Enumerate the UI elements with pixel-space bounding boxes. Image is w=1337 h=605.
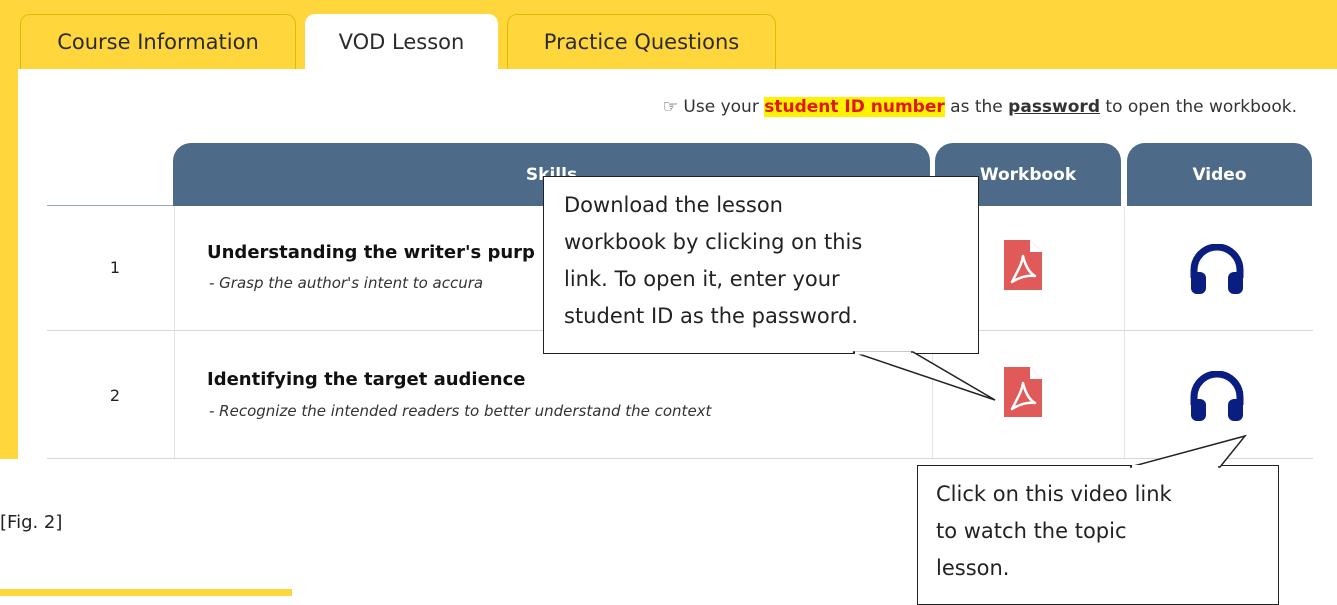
figure-label: [Fig. 2]: [0, 512, 63, 533]
headphones-icon[interactable]: [1189, 371, 1245, 421]
callout-line: Download the lesson: [564, 193, 783, 217]
password-notice: ☞ Use your student ID number as the pass…: [0, 97, 1297, 117]
callout-line: to watch the topic: [936, 519, 1127, 543]
headphones-icon[interactable]: [1189, 244, 1245, 294]
pdf-icon[interactable]: [1004, 367, 1042, 417]
tab-label: Practice Questions: [543, 30, 740, 54]
callout-line: Click on this video link: [936, 482, 1172, 506]
row-number: 1: [109, 258, 121, 277]
workbook-callout: Download the lesson workbook by clicking…: [543, 176, 979, 354]
skill-description: - Recognize the intended readers to bett…: [209, 402, 712, 420]
callout-line: student ID as the password.: [564, 304, 858, 328]
notice-text: Use your: [678, 97, 765, 117]
skill-description: - Grasp the author's intent to accura: [209, 274, 484, 292]
pdf-icon[interactable]: [1004, 240, 1042, 290]
tab-course-information[interactable]: Course Information: [20, 14, 296, 69]
column-divider: [174, 206, 175, 458]
tab-vod-lesson[interactable]: VOD Lesson: [305, 14, 498, 69]
row-divider: [47, 458, 1313, 459]
notice-text: as the: [944, 97, 1009, 117]
notice-text: to open the workbook.: [1100, 97, 1297, 117]
next-tab-bar-fragment: [0, 589, 292, 596]
tab-label: Course Information: [57, 30, 259, 54]
header-underline: [47, 205, 173, 206]
pointing-hand-icon: ☞: [662, 97, 679, 117]
callout-line: workbook by clicking on this: [564, 230, 863, 254]
column-divider: [1124, 206, 1125, 458]
panel-left-border: [0, 69, 18, 459]
callout-line: lesson.: [936, 556, 1010, 580]
skill-title: Understanding the writer's purp: [207, 242, 535, 263]
notice-password: password: [1008, 97, 1100, 117]
skill-title: Identifying the target audience: [207, 369, 526, 390]
tab-label: VOD Lesson: [338, 30, 465, 54]
tab-practice-questions[interactable]: Practice Questions: [507, 14, 776, 69]
video-callout: Click on this video link to watch the to…: [917, 465, 1279, 605]
column-header-video: Video: [1127, 143, 1312, 206]
callout-line: link. To open it, enter your: [564, 267, 840, 291]
row-number: 2: [109, 386, 121, 405]
notice-highlight: student ID number: [764, 97, 945, 117]
